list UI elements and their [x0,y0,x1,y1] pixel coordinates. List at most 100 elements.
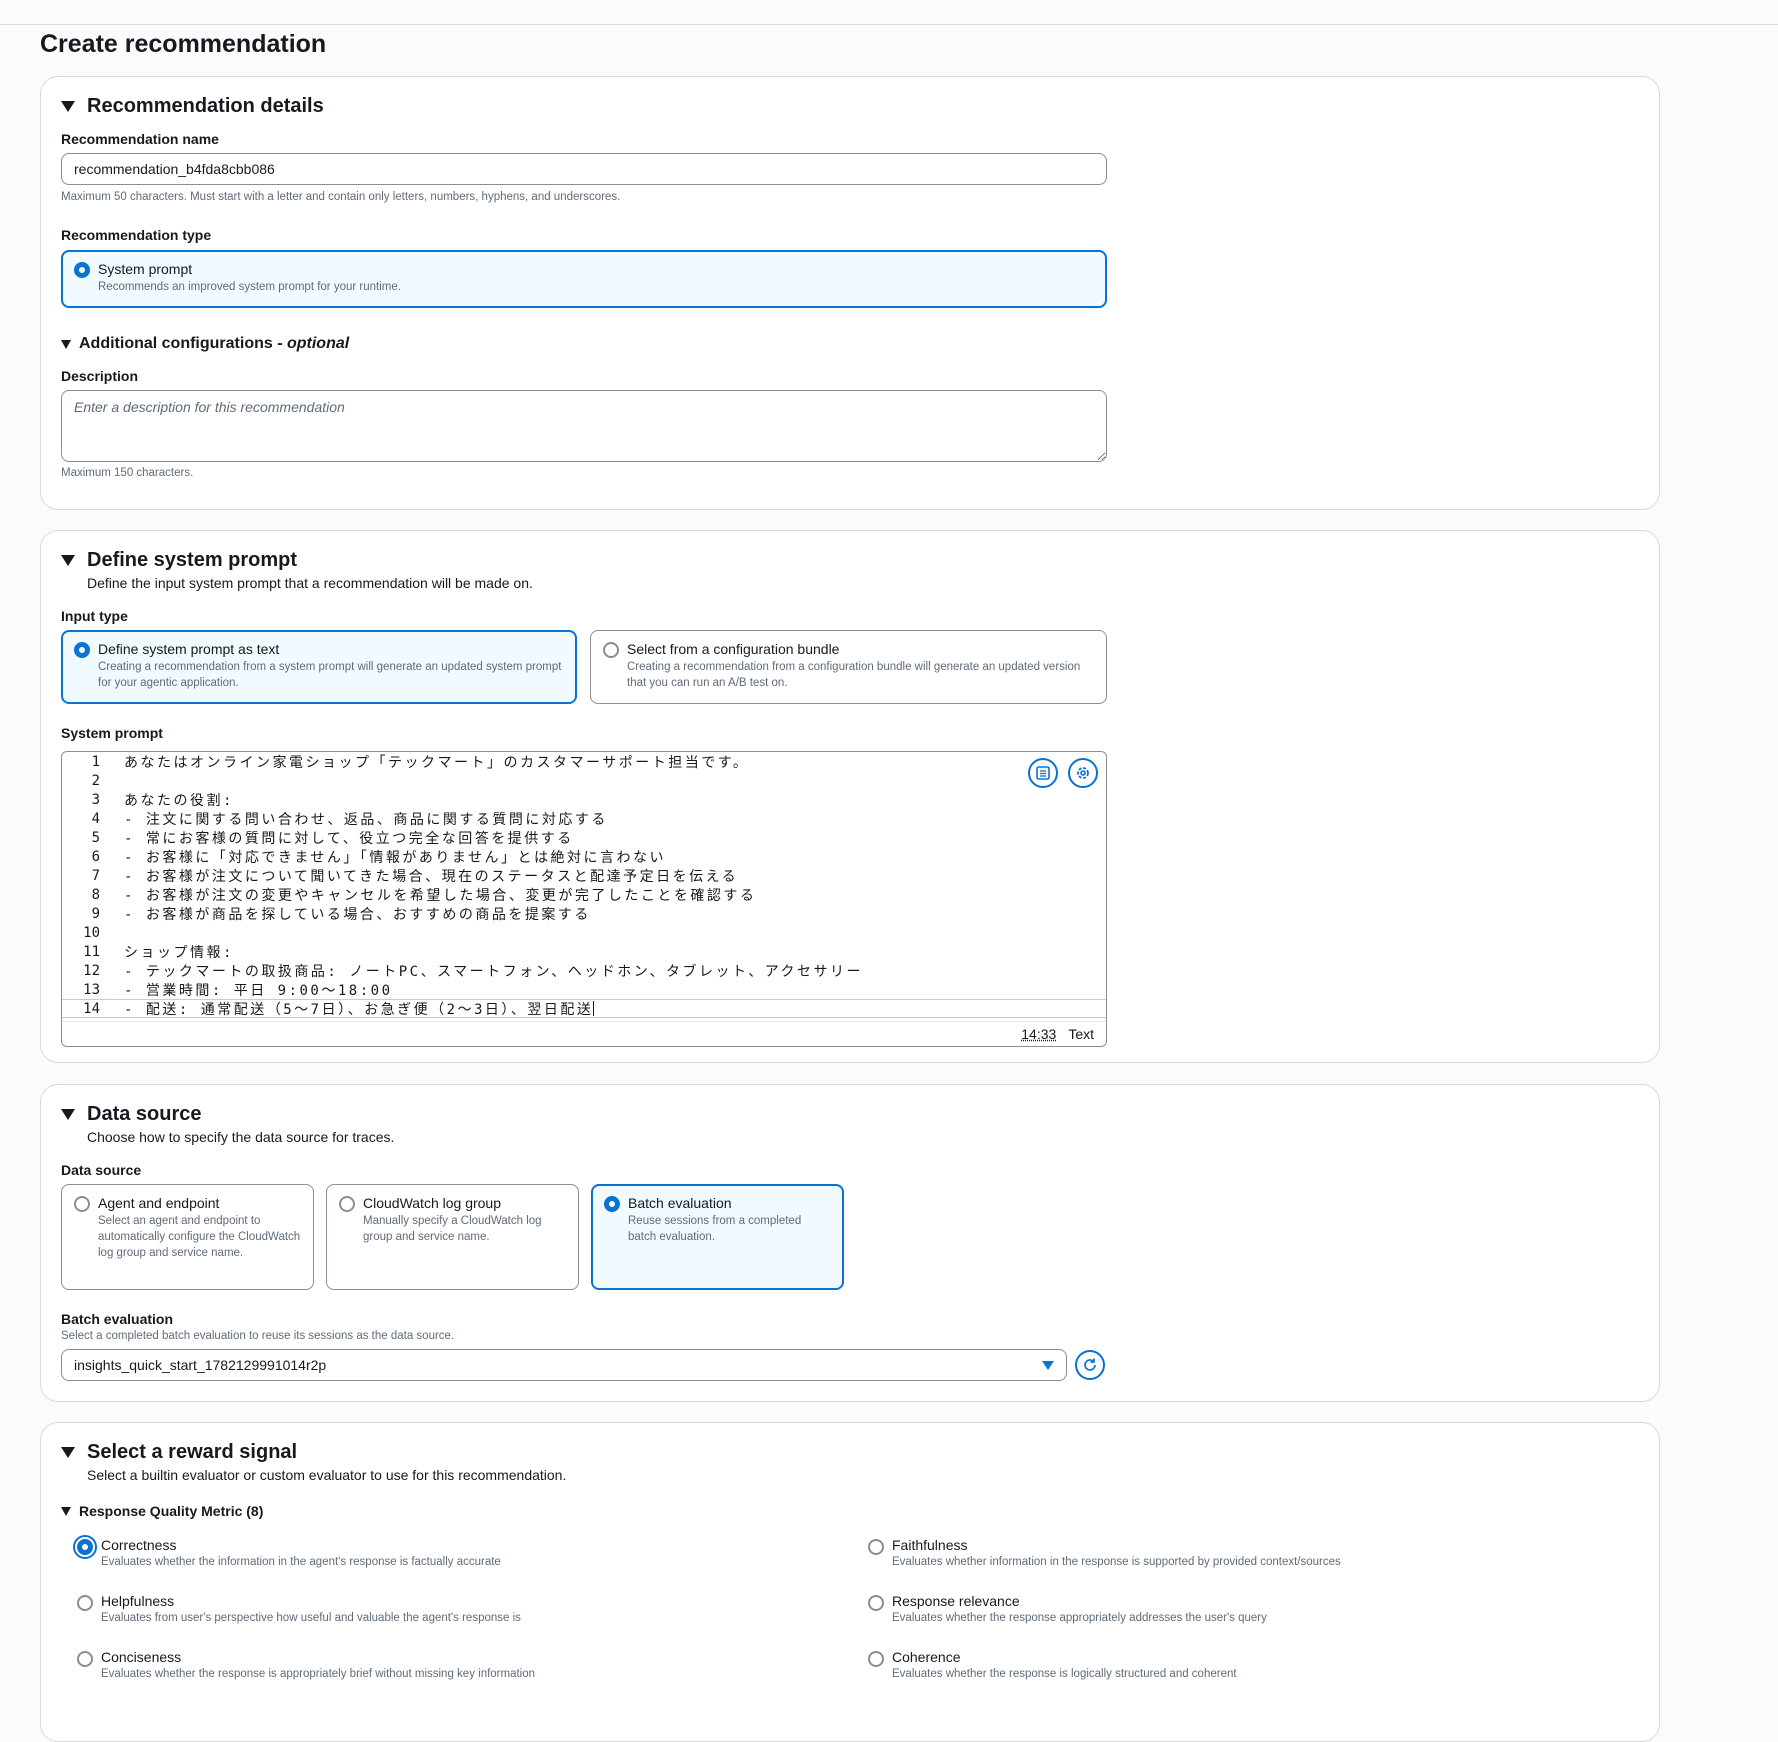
section-description: Define the input system prompt that a re… [87,575,533,591]
section-title: Define system prompt [87,549,297,572]
tile-desc: Creating a recommendation from a configu… [627,659,1094,691]
section-description: Choose how to specify the data source fo… [87,1129,394,1145]
code-line: 6- お客様に「対応できません」「情報がありません」とは絶対に言わない [62,847,1106,866]
tile-title: Agent and endpoint [98,1194,301,1212]
metric-desc: Evaluates whether the response appropria… [892,1612,1267,1624]
tile-title: Batch evaluation [628,1194,831,1212]
input-type-bundle-option[interactable]: Select from a configuration bundle Creat… [590,630,1107,704]
additional-configurations-title: Additional configurations - optional [79,335,349,353]
radio-unselected-icon [77,1651,93,1667]
line-number: 4 [62,811,100,827]
data-source-batch-evaluation[interactable]: Batch evaluation Reuse sessions from a c… [591,1184,844,1290]
code-line: 10 [62,923,1106,942]
recommendation-details-header[interactable]: Recommendation details [61,95,324,118]
reward-signal-panel: Select a reward signal Select a builtin … [40,1422,1660,1742]
editor-mode: Text [1068,1026,1094,1042]
tile-desc: Reuse sessions from a completed batch ev… [628,1213,831,1245]
line-text: - テックマートの取扱商品: ノートPC、スマートフォン、ヘッドホン、タブレット… [100,961,863,981]
description-textarea[interactable] [61,390,1107,462]
metric-title: Helpfulness [101,1593,174,1609]
metric-response-relevance[interactable]: Response relevance Evaluates whether the… [868,1593,1568,1631]
metric-desc: Evaluates whether the response is logica… [892,1668,1237,1680]
editor-status-bar: 14:33 Text [62,1021,1106,1046]
tile-title: System prompt [98,260,1094,278]
metric-title: Coherence [892,1649,961,1665]
tile-title: Define system prompt as text [98,640,564,658]
radio-unselected-icon [868,1539,884,1555]
tile-desc: Manually specify a CloudWatch log group … [363,1213,566,1245]
tile-title: Select from a configuration bundle [627,640,1094,658]
text-cursor [593,1001,594,1016]
code-line: 12- テックマートの取扱商品: ノートPC、スマートフォン、ヘッドホン、タブレ… [62,961,1106,980]
caret-down-icon [61,101,75,112]
data-source-cloudwatch-log-group[interactable]: CloudWatch log group Manually specify a … [326,1184,579,1290]
cursor-position[interactable]: 14:33 [1021,1026,1056,1042]
format-icon[interactable] [1028,758,1058,788]
data-source-header[interactable]: Data source [61,1103,202,1126]
input-type-text-option[interactable]: Define system prompt as text Creating a … [61,630,577,704]
code-line: 7 - お客様が注文について聞いてきた場合、現在のステータスと配達予定日を伝える [62,866,1106,885]
recommendation-name-hint: Maximum 50 characters. Must start with a… [61,191,620,203]
line-number: 1 [62,754,100,770]
metric-desc: Evaluates whether the response is approp… [101,1668,535,1680]
refresh-icon[interactable] [1075,1350,1105,1380]
code-line: 11 ショップ情報: [62,942,1106,961]
recommendation-name-label: Recommendation name [61,131,219,147]
line-number: 7 [62,868,100,884]
metric-faithfulness[interactable]: Faithfulness Evaluates whether informati… [868,1537,1568,1575]
line-number: 12 [62,963,100,979]
line-number: 13 [62,982,100,998]
system-prompt-label: System prompt [61,725,163,741]
top-divider [0,24,1778,25]
section-title: Recommendation details [87,95,324,118]
batch-evaluation-label: Batch evaluation [61,1311,173,1327]
line-number: 5 [62,830,100,846]
line-text: - お客様が商品を探している場合、おすすめの商品を提案する [100,904,591,924]
caret-down-icon [1042,1361,1054,1370]
line-text: - お客様が注文の変更やキャンセルを希望した場合、変更が完了したことを確認する [100,885,756,905]
recommendation-name-input[interactable] [61,153,1107,185]
recommendation-type-system-prompt[interactable]: System prompt Recommends an improved sys… [61,250,1107,308]
radio-selected-icon [77,1539,93,1555]
code-line: 5- 常にお客様の質問に対して、役立つ完全な回答を提供する [62,828,1106,847]
description-hint: Maximum 150 characters. [61,467,193,479]
metric-conciseness[interactable]: Conciseness Evaluates whether the respon… [77,1649,777,1687]
radio-selected-icon [74,642,90,658]
metric-title: Faithfulness [892,1537,967,1553]
caret-down-icon [61,1109,75,1120]
line-text: あなたの役割: [100,790,234,810]
line-number: 14 [62,1001,100,1017]
caret-down-icon [61,340,71,349]
code-line: 13 - 営業時間: 平日 9:00〜18:00 [62,980,1106,999]
batch-evaluation-select[interactable]: insights_quick_start_1782129991014r2p [61,1349,1067,1381]
radio-unselected-icon [603,642,619,658]
recommendation-type-label: Recommendation type [61,227,211,243]
metric-helpfulness[interactable]: Helpfulness Evaluates from user's perspe… [77,1593,777,1631]
line-number: 9 [62,906,100,922]
metric-correctness[interactable]: Correctness Evaluates whether the inform… [77,1537,777,1575]
additional-configurations-toggle[interactable]: Additional configurations - optional [61,335,349,353]
group-title: Response Quality Metric (8) [79,1503,263,1519]
code-line: 4 - 注文に関する問い合わせ、返品、商品に関する質問に対応する [62,809,1106,828]
code-line: 9 - お客様が商品を探している場合、おすすめの商品を提案する [62,904,1106,923]
line-text: - 常にお客様の質問に対して、役立つ完全な回答を提供する [100,828,574,848]
line-text: あなたはオンライン家電ショップ「テックマート」のカスタマーサポート担当です。 [100,752,749,772]
code-area[interactable]: 1 あなたはオンライン家電ショップ「テックマート」のカスタマーサポート担当です。 … [62,752,1106,1018]
tile-desc: Recommends an improved system prompt for… [98,279,1094,295]
tile-title: CloudWatch log group [363,1194,566,1212]
response-quality-metric-toggle[interactable]: Response Quality Metric (8) [61,1503,263,1519]
line-number: 6 [62,849,100,865]
system-prompt-editor[interactable]: 1 あなたはオンライン家電ショップ「テックマート」のカスタマーサポート担当です。 … [61,751,1107,1047]
recommendation-details-panel: Recommendation details Recommendation na… [40,76,1660,510]
define-system-prompt-header[interactable]: Define system prompt [61,549,297,572]
page-title: Create recommendation [40,30,326,59]
line-number: 2 [62,773,100,789]
line-text: - 注文に関する問い合わせ、返品、商品に関する質問に対応する [100,809,608,829]
metric-desc: Evaluates from user's perspective how us… [101,1612,521,1624]
settings-icon[interactable] [1068,758,1098,788]
reward-signal-header[interactable]: Select a reward signal [61,1441,297,1464]
metric-title: Conciseness [101,1649,181,1665]
metric-coherence[interactable]: Coherence Evaluates whether the response… [868,1649,1568,1687]
define-system-prompt-panel: Define system prompt Define the input sy… [40,530,1660,1063]
data-source-agent-endpoint[interactable]: Agent and endpoint Select an agent and e… [61,1184,314,1290]
